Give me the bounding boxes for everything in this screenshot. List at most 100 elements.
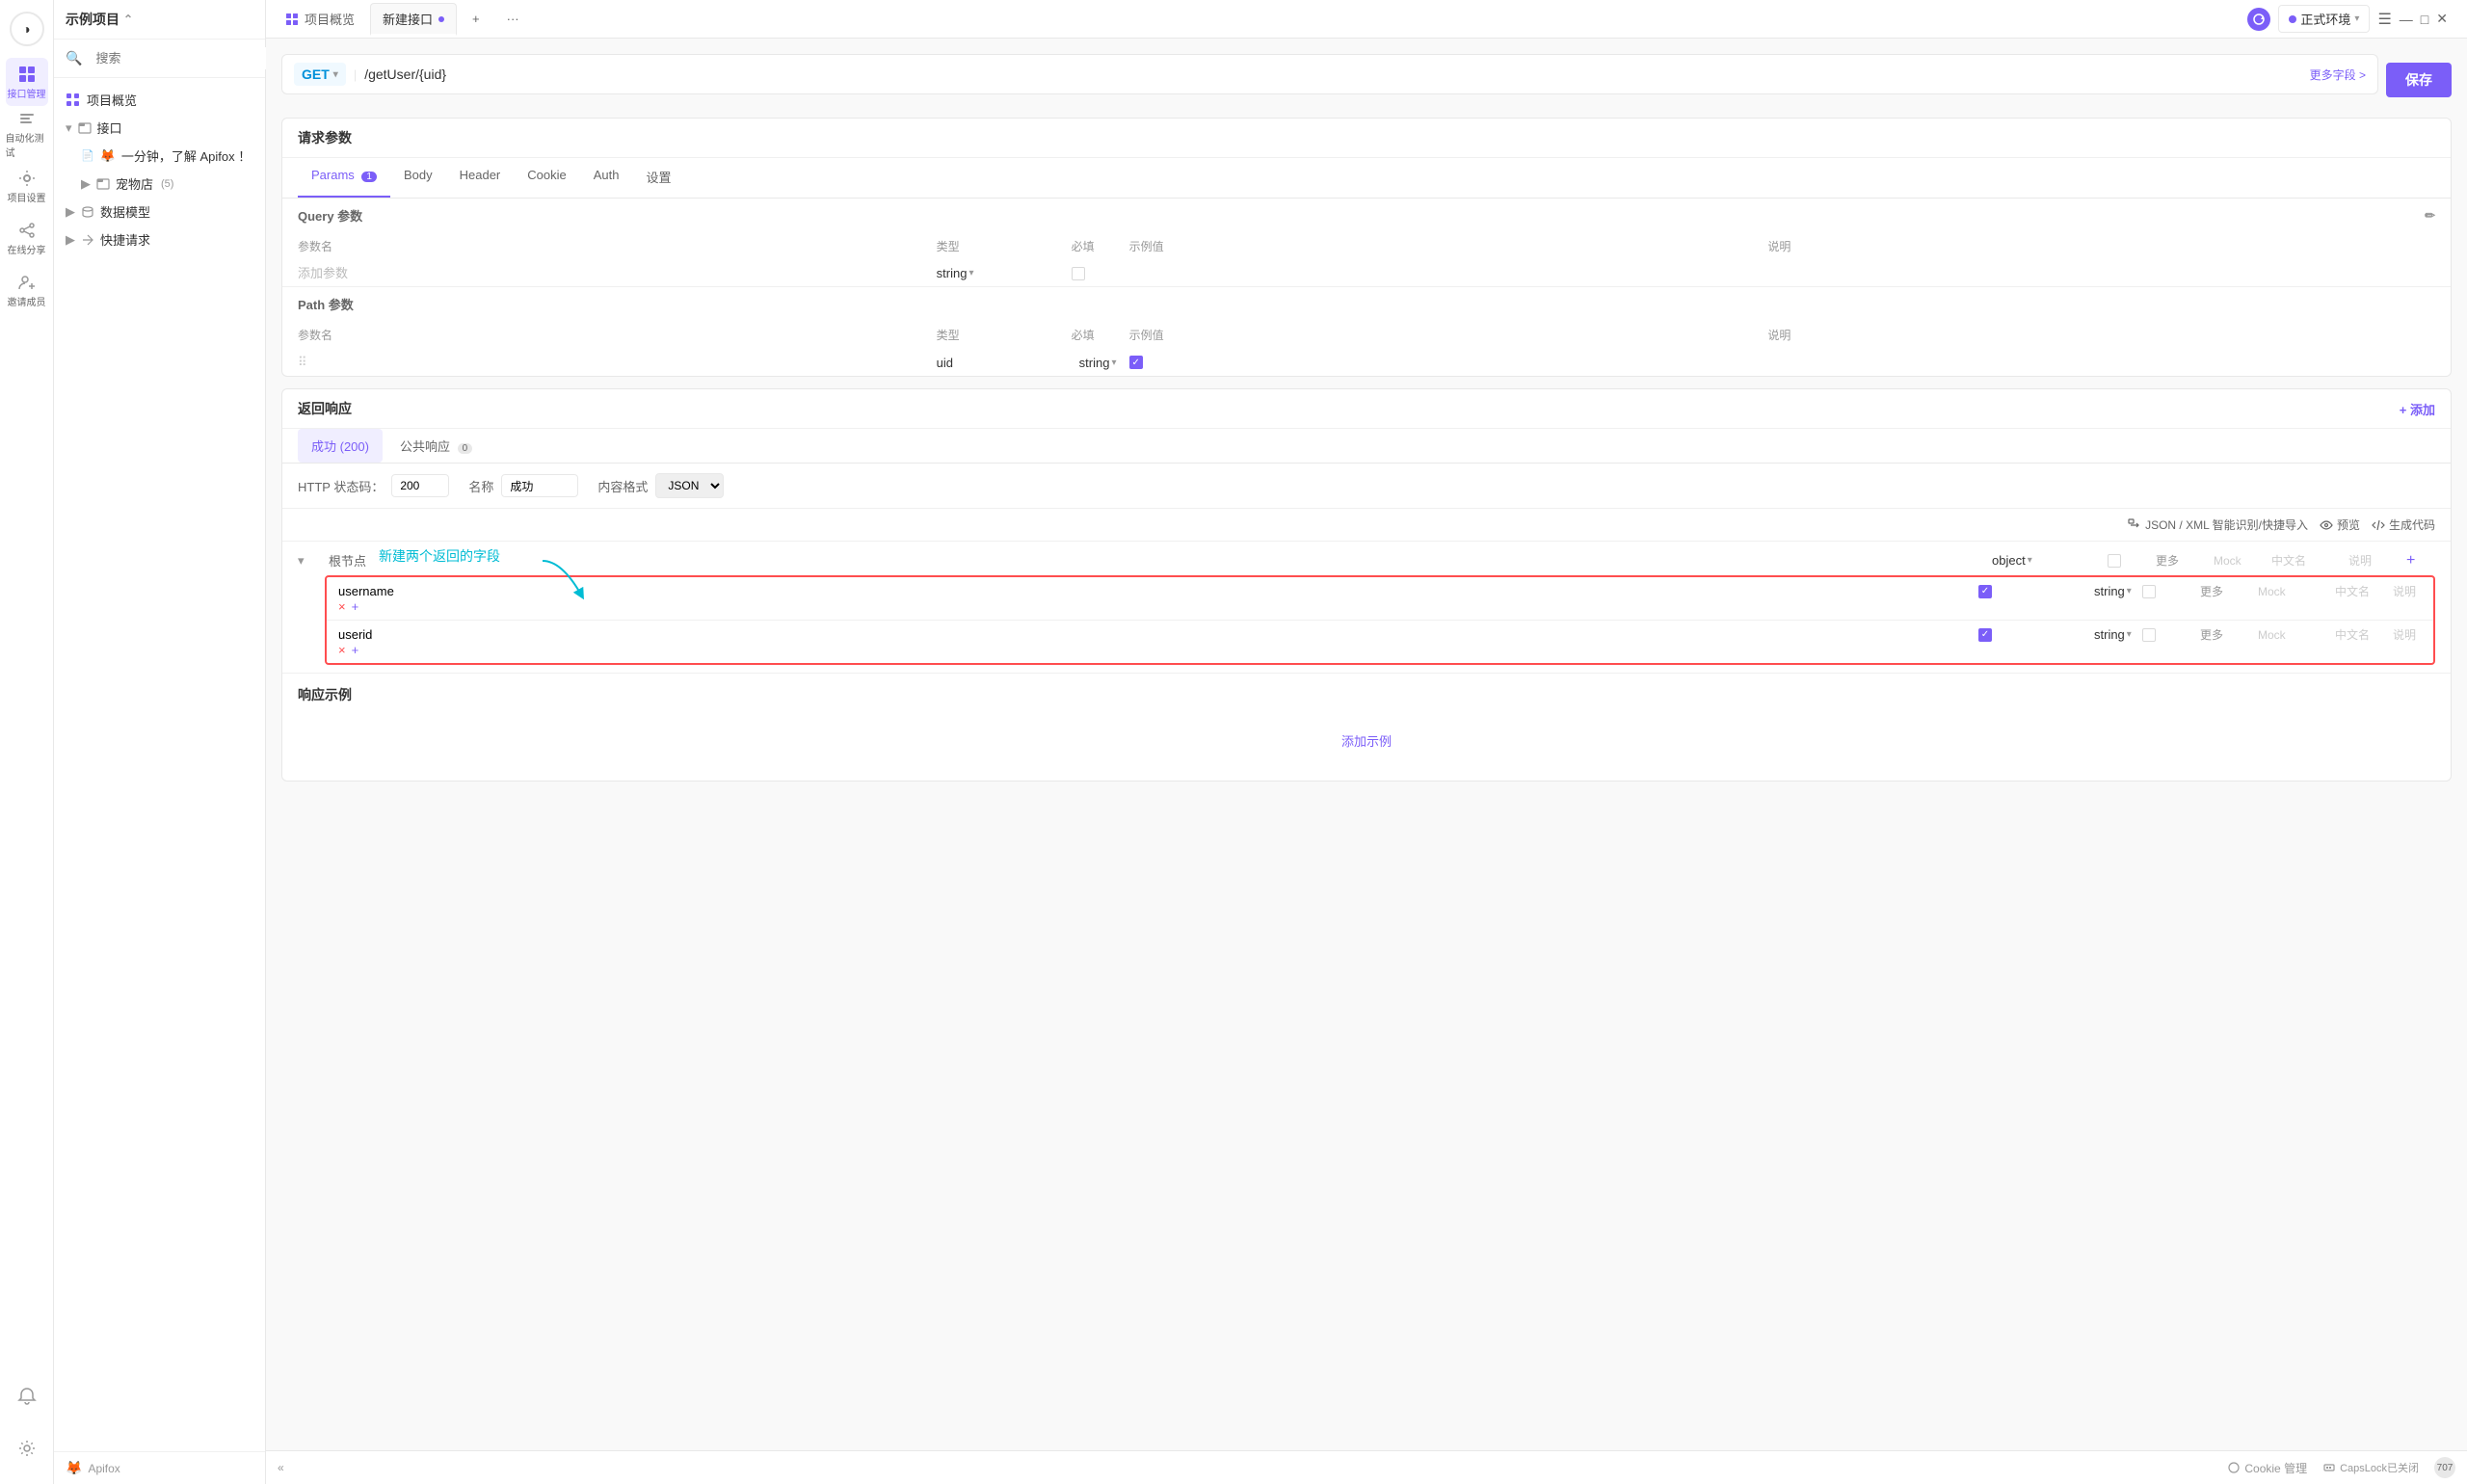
cookie-mgmt-label: Cookie 管理	[2244, 1460, 2307, 1476]
path-required-checkbox[interactable]	[1129, 356, 1143, 369]
tab-project-overview[interactable]: 项目概览	[274, 4, 366, 34]
username-type-selector[interactable]: string ▾	[2094, 584, 2142, 598]
tab-new-interface[interactable]: 新建接口	[370, 3, 457, 36]
status-code-input[interactable]	[391, 474, 449, 497]
status-code-group: HTTP 状态码：	[298, 474, 449, 497]
edit-icon[interactable]: ✏	[2425, 208, 2435, 224]
collapse-icon[interactable]: ▾	[298, 553, 329, 569]
env-selector[interactable]: 正式环境 ▾	[2278, 5, 2370, 33]
nav-item-overview[interactable]: 项目概览	[54, 86, 265, 114]
tab-params[interactable]: Params 1	[298, 158, 390, 198]
fields-table: ▾ 根节点 object ▾ 更多 Mock 中文名 说明 +	[282, 542, 2451, 673]
annotation-container: 新建两个返回的字段	[282, 575, 2451, 665]
root-mock[interactable]: Mock	[2214, 554, 2271, 568]
response-tab-public[interactable]: 公共响应 0	[386, 429, 486, 463]
root-more[interactable]: 更多	[2156, 552, 2214, 569]
add-example-button[interactable]: 添加示例	[1341, 734, 1392, 749]
close-icon[interactable]: ✕	[2436, 11, 2448, 27]
root-required-checkbox[interactable]	[2108, 554, 2121, 568]
username-more[interactable]: 更多	[2200, 583, 2258, 599]
sidebar-item-interface-mgmt[interactable]: 接口管理	[6, 58, 48, 106]
tab-header[interactable]: Header	[446, 158, 515, 198]
userid-add-icon[interactable]: +	[352, 643, 359, 657]
username-description: 说明	[2393, 583, 2422, 599]
tabs-bar: 项目概览 新建接口 + ··· 正式环境 ▾	[266, 0, 2467, 39]
username-more-checkbox[interactable]	[2142, 585, 2156, 598]
username-delete-icon[interactable]: ×	[338, 599, 346, 614]
request-params-section: 请求参数 Params 1 Body Header Cookie Auth 设置	[281, 118, 2452, 377]
response-tab-success[interactable]: 成功 (200)	[298, 429, 383, 463]
add-example-area: 添加示例	[298, 712, 2435, 769]
root-type-selector[interactable]: object ▾	[1992, 553, 2108, 568]
username-cn-name: 中文名	[2335, 583, 2393, 599]
tab-body[interactable]: Body	[390, 158, 446, 198]
query-param-name-input[interactable]	[298, 266, 937, 280]
top-right-bar: 正式环境 ▾ ☰ — □ ✕	[2236, 5, 2459, 33]
method-selector[interactable]: GET ▾	[294, 63, 346, 86]
minimize-icon[interactable]: —	[2400, 12, 2413, 27]
root-add-field-button[interactable]: +	[2406, 552, 2435, 570]
project-settings-icon	[17, 169, 37, 188]
nav-item-petstore[interactable]: ▶ 宠物店 (5)	[54, 170, 265, 198]
query-type-selector[interactable]: string ▾	[937, 266, 1072, 280]
response-example-title: 响应示例	[298, 685, 2435, 704]
userid-more-checkbox[interactable]	[2142, 628, 2156, 642]
userid-mock[interactable]: Mock	[2258, 628, 2335, 642]
path-type-chevron-icon: ▾	[1111, 358, 1116, 368]
content-type-select[interactable]: JSON XML HTML	[655, 473, 724, 498]
name-group: 名称	[468, 474, 578, 497]
root-node-row: ▾ 根节点 object ▾ 更多 Mock 中文名 说明 +	[282, 545, 2451, 575]
tab-settings[interactable]: 设置	[632, 158, 684, 198]
highlighted-fields-container: string ▾ 更多 Mock 中文名 说明 × +	[325, 575, 2435, 665]
settings-item[interactable]	[6, 1424, 48, 1472]
import-label: JSON / XML 智能识别/快捷导入	[2145, 517, 2308, 533]
search-input[interactable]	[88, 47, 273, 69]
collapse-bar-button[interactable]: «	[278, 1461, 284, 1474]
sidebar-item-auto-test[interactable]: 自动化测试	[6, 110, 48, 158]
name-input[interactable]	[501, 474, 578, 497]
share-icon	[17, 221, 37, 240]
tab-more-button[interactable]: ···	[495, 6, 531, 32]
tab-add-button[interactable]: +	[461, 6, 491, 32]
userid-more[interactable]: 更多	[2200, 626, 2258, 643]
import-json-xml-button[interactable]: JSON / XML 智能识别/快捷导入	[2128, 517, 2308, 533]
sidebar-item-project-settings[interactable]: 项目设置	[6, 162, 48, 210]
userid-field-input[interactable]	[338, 627, 1978, 642]
path-type-selector[interactable]: string ▾	[1079, 356, 1129, 370]
username-field-input[interactable]	[338, 584, 1978, 598]
query-add-row: string ▾	[282, 260, 2451, 286]
codegen-button[interactable]: 生成代码	[2372, 517, 2435, 533]
userid-type-selector[interactable]: string ▾	[2094, 627, 2142, 642]
tab-auth[interactable]: Auth	[580, 158, 633, 198]
username-type-chevron-icon: ▾	[2127, 586, 2132, 596]
url-input[interactable]	[364, 66, 2301, 82]
nav-item-petstore-label: 宠物店	[116, 174, 153, 193]
tab-cookie[interactable]: Cookie	[514, 158, 579, 198]
notification-bell-item[interactable]	[6, 1372, 48, 1420]
save-button[interactable]: 保存	[2386, 63, 2452, 97]
restore-icon[interactable]: □	[2421, 12, 2428, 27]
preview-button[interactable]: 预览	[2320, 517, 2360, 533]
sidebar-item-project-settings-label: 项目设置	[8, 190, 46, 204]
status-info: CapsLock已关闭	[2322, 1460, 2419, 1475]
query-required-checkbox[interactable]	[1072, 267, 1085, 280]
nav-item-interface[interactable]: ▾ 接口	[54, 114, 265, 142]
username-mock[interactable]: Mock	[2258, 585, 2335, 598]
add-response-button[interactable]: + 添加	[2400, 400, 2435, 418]
nav-item-apifox-intro[interactable]: 📄 🦊 一分钟，了解 Apifox ！	[54, 142, 265, 170]
more-fields-link[interactable]: 更多字段 >	[2310, 66, 2366, 83]
userid-delete-icon[interactable]: ×	[338, 643, 346, 657]
userid-required-checkbox[interactable]	[1978, 628, 1992, 642]
cookie-mgmt-button[interactable]: Cookie 管理	[2227, 1460, 2307, 1476]
sidebar-item-share[interactable]: 在线分享	[6, 214, 48, 262]
username-add-icon[interactable]: +	[352, 599, 359, 614]
query-params-title: Query 参数 ✏	[282, 199, 2451, 232]
menu-icon[interactable]: ☰	[2377, 10, 2391, 29]
response-toolbar: JSON / XML 智能识别/快捷导入 预览 生成代码	[282, 509, 2451, 542]
nav-item-quick-request[interactable]: ▶ 快捷请求	[54, 225, 265, 253]
nav-item-data-model[interactable]: ▶ 数据模型	[54, 198, 265, 225]
root-node-label: 根节点	[329, 551, 1992, 570]
username-required-checkbox[interactable]	[1978, 585, 1992, 598]
sidebar-item-invite[interactable]: 邀请成员	[6, 266, 48, 314]
nav-footer-label: Apifox	[88, 1462, 119, 1475]
